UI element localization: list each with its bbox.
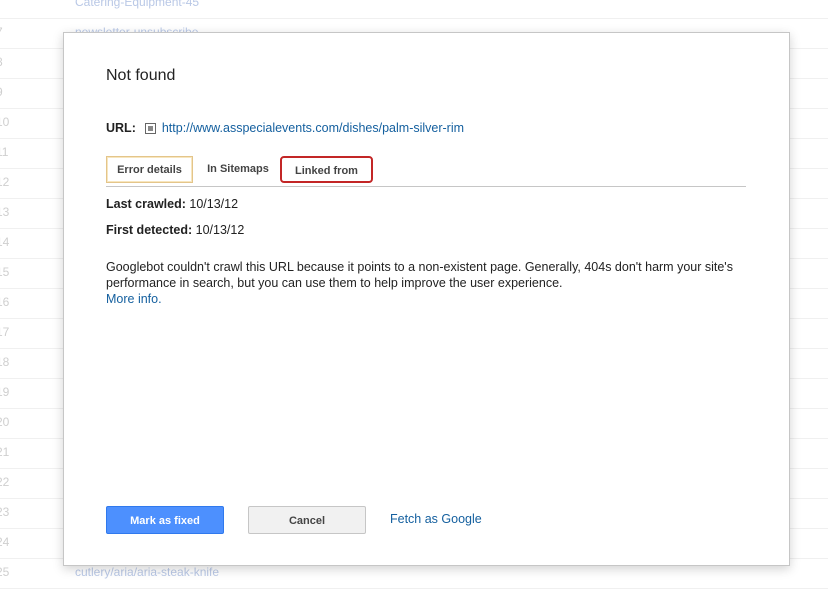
- first-detected-value: 10/13/12: [195, 223, 245, 237]
- description-text: Googlebot couldn't crawl this URL becaus…: [106, 260, 733, 290]
- tab-bar: Error details In Sitemaps Linked from: [106, 154, 746, 187]
- more-info-link[interactable]: More info.: [106, 292, 162, 306]
- tab-error-details[interactable]: Error details: [106, 156, 193, 183]
- tab-in-sitemaps[interactable]: In Sitemaps: [198, 156, 278, 183]
- row-number: 25: [0, 565, 10, 579]
- fetch-as-google-link[interactable]: Fetch as Google: [390, 512, 482, 526]
- last-crawled-label: Last crawled:: [106, 197, 186, 211]
- row-number: 15: [0, 265, 10, 279]
- mark-as-fixed-button[interactable]: Mark as fixed: [106, 506, 224, 534]
- url-label: URL:: [106, 121, 136, 135]
- tab-linked-from[interactable]: Linked from: [280, 156, 373, 183]
- row-number: 18: [0, 355, 10, 369]
- row-number: 11: [0, 145, 9, 159]
- error-description: Googlebot couldn't crawl this URL becaus…: [106, 259, 746, 307]
- row-number: 8: [0, 55, 3, 69]
- cancel-button[interactable]: Cancel: [248, 506, 366, 534]
- row-number: 23: [0, 505, 10, 519]
- first-detected-label: First detected:: [106, 223, 193, 237]
- row-number: 21: [0, 445, 10, 459]
- row-number: 20: [0, 415, 10, 429]
- row-number: 24: [0, 535, 10, 549]
- error-details-dialog: Not found URL: http://www.asspecialevent…: [63, 32, 790, 566]
- row-number: 10: [0, 115, 10, 129]
- row-number: 13: [0, 205, 10, 219]
- last-crawled: Last crawled: 10/13/12: [106, 197, 238, 211]
- row-number: 9: [0, 85, 3, 99]
- row-number: 7: [0, 25, 3, 39]
- url-row: URL: http://www.asspecialevents.com/dish…: [106, 121, 464, 135]
- row-number: 22: [0, 475, 10, 489]
- row-number: 16: [0, 295, 10, 309]
- list-link[interactable]: cutlery/aria/aria-steak-knife: [75, 565, 219, 579]
- list-row: Catering-Equipment-45: [0, 0, 828, 19]
- dialog-title: Not found: [106, 67, 176, 84]
- external-link-icon[interactable]: [144, 122, 156, 134]
- url-link[interactable]: http://www.asspecialevents.com/dishes/pa…: [162, 121, 464, 135]
- row-number: 19: [0, 385, 10, 399]
- last-crawled-value: 10/13/12: [189, 197, 239, 211]
- row-number: 12: [0, 175, 10, 189]
- first-detected: First detected: 10/13/12: [106, 223, 244, 237]
- row-number: 14: [0, 235, 10, 249]
- list-link[interactable]: Catering-Equipment-45: [75, 0, 199, 9]
- row-number: 17: [0, 325, 10, 339]
